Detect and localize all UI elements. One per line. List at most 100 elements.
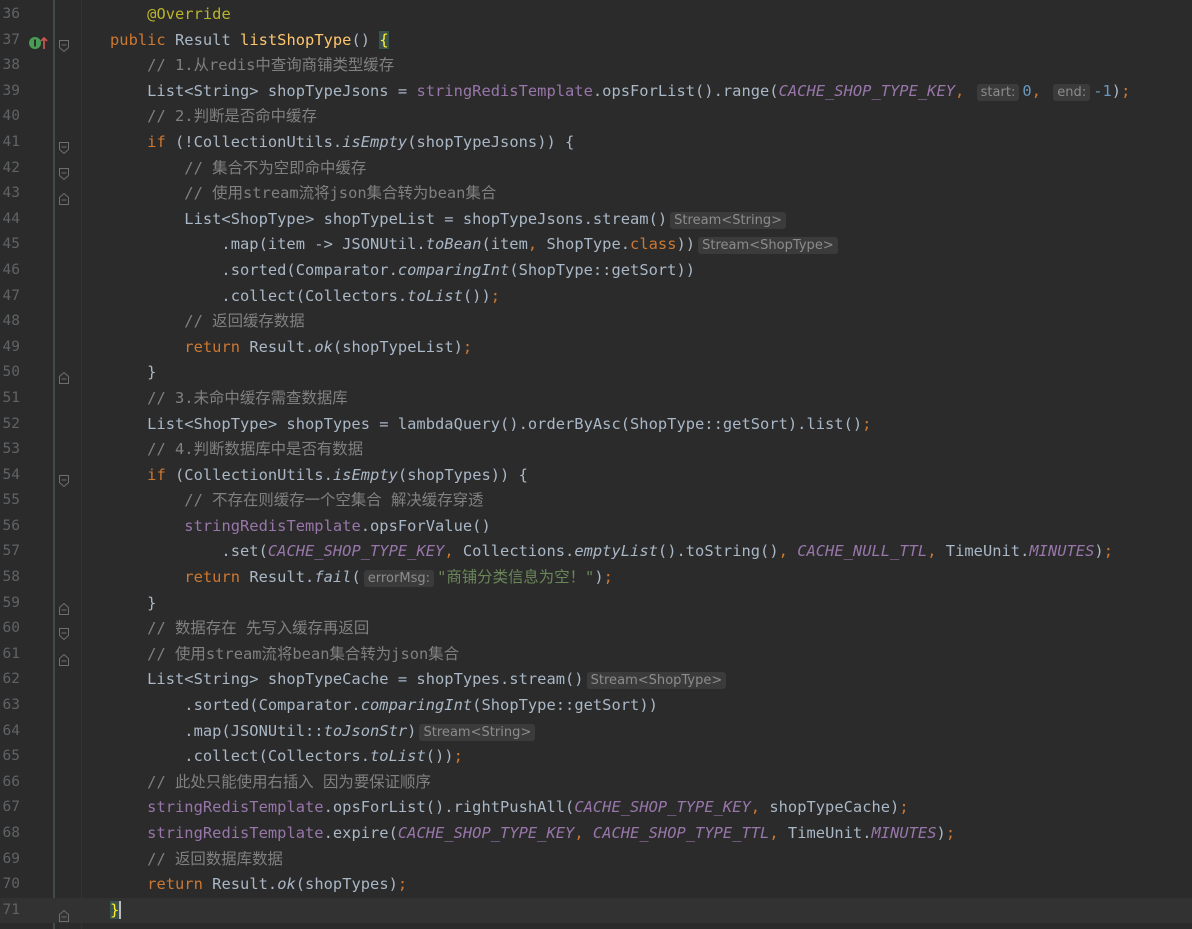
- code-line[interactable]: 64 .map(JSONUtil::toJsonStr) Stream<Strin…: [0, 719, 1192, 745]
- line-number[interactable]: 67: [0, 795, 20, 821]
- line-number[interactable]: 48: [0, 309, 20, 335]
- fold-toggle-icon[interactable]: [59, 904, 69, 922]
- line-number[interactable]: 60: [0, 616, 20, 642]
- fold-toggle-icon[interactable]: [59, 34, 69, 52]
- line-number[interactable]: 50: [0, 360, 20, 386]
- code-line[interactable]: 69 // 返回数据库数据: [0, 847, 1192, 873]
- line-number[interactable]: 66: [0, 770, 20, 796]
- line-number[interactable]: 57: [0, 539, 20, 565]
- code-line[interactable]: 46 .sorted(Comparator.comparingInt(ShopT…: [0, 258, 1192, 284]
- line-number[interactable]: 71: [0, 898, 20, 924]
- code-line[interactable]: 47 .collect(Collectors.toList());: [0, 284, 1192, 310]
- code-line[interactable]: 45 .map(item -> JSONUtil.toBean(item, Sh…: [0, 232, 1192, 258]
- code-token: (ShopType::getSort)): [509, 260, 696, 279]
- fold-toggle-icon[interactable]: [59, 366, 69, 385]
- code-line[interactable]: 71}: [0, 897, 1192, 924]
- code-line[interactable]: 58 return Result.fail(errorMsg: "商铺分类信息为空…: [0, 565, 1192, 591]
- code-line[interactable]: 59 }: [0, 591, 1192, 617]
- code-line[interactable]: 39 List<String> shopTypeJsons = stringRe…: [0, 79, 1192, 105]
- code-text: // 3.未命中缓存需查数据库: [110, 386, 348, 412]
- code-line[interactable]: 63 .sorted(Comparator.comparingInt(ShopT…: [0, 693, 1192, 719]
- line-number[interactable]: 47: [0, 284, 20, 310]
- code-line[interactable]: 67 stringRedisTemplate.opsForList().righ…: [0, 795, 1192, 821]
- fold-toggle-icon[interactable]: [59, 622, 69, 641]
- code-line[interactable]: 49 return Result.ok(shopTypeList);: [0, 335, 1192, 361]
- line-number[interactable]: 68: [0, 821, 20, 847]
- line-number[interactable]: 54: [0, 463, 20, 489]
- code-line[interactable]: 48 // 返回缓存数据: [0, 309, 1192, 335]
- inlay-hint: Stream<String>: [670, 211, 787, 229]
- line-number[interactable]: 46: [0, 258, 20, 284]
- code-line[interactable]: 41 if (!CollectionUtils.isEmpty(shopType…: [0, 130, 1192, 156]
- code-line[interactable]: 70 return Result.ok(shopTypes);: [0, 872, 1192, 898]
- code-line[interactable]: 68 stringRedisTemplate.expire(CACHE_SHOP…: [0, 821, 1192, 847]
- line-number[interactable]: 58: [0, 565, 20, 591]
- fold-toggle-icon[interactable]: [59, 162, 69, 180]
- line-number[interactable]: 45: [0, 232, 20, 258]
- line-number[interactable]: 51: [0, 386, 20, 412]
- code-line[interactable]: 42 // 集合不为空即命中缓存: [0, 156, 1192, 182]
- line-number[interactable]: 49: [0, 335, 20, 361]
- line-number[interactable]: 59: [0, 591, 20, 617]
- line-number[interactable]: 39: [0, 79, 20, 105]
- code-line[interactable]: 44 List<ShopType> shopTypeList = shopTyp…: [0, 207, 1192, 233]
- code-editor[interactable]: 36 @Override 37 public Result listShopType…: [0, 2, 1192, 924]
- line-number[interactable]: 61: [0, 642, 20, 668]
- code-line[interactable]: 66 // 此处只能使用右插入 因为要保证顺序: [0, 770, 1192, 796]
- fold-toggle-icon[interactable]: [59, 469, 69, 487]
- code-line[interactable]: 55 // 不存在则缓存一个空集合 解决缓存穿透: [0, 488, 1192, 514]
- code-line[interactable]: 53 // 4.判断数据库中是否有数据: [0, 437, 1192, 463]
- fold-toggle-icon[interactable]: [59, 136, 69, 155]
- line-number[interactable]: 37: [0, 28, 20, 54]
- code-line[interactable]: 61 // 使用stream流将bean集合转为json集合: [0, 642, 1192, 668]
- fold-toggle-icon[interactable]: [59, 187, 69, 206]
- line-number[interactable]: 53: [0, 437, 20, 463]
- fold-toggle-icon[interactable]: [59, 648, 69, 666]
- code-line[interactable]: 37 public Result listShopType() {: [0, 28, 1192, 54]
- code-token: shopTypeCache): [769, 798, 900, 817]
- code-line[interactable]: 43 // 使用stream流将json集合转为bean集合: [0, 181, 1192, 207]
- code-line[interactable]: 57 .set(CACHE_SHOP_TYPE_KEY, Collections…: [0, 539, 1192, 565]
- line-number[interactable]: 69: [0, 847, 20, 873]
- line-number[interactable]: 52: [0, 412, 20, 438]
- line-number[interactable]: 56: [0, 514, 20, 540]
- code-token: Collections.: [462, 542, 575, 561]
- line-number[interactable]: 55: [0, 488, 20, 514]
- code-token: (item: [481, 235, 528, 254]
- line-number[interactable]: 40: [0, 104, 20, 130]
- code-line[interactable]: 54 if (CollectionUtils.isEmpty(shopTypes…: [0, 463, 1192, 489]
- code-line[interactable]: 50 }: [0, 360, 1192, 386]
- code-line[interactable]: 56 stringRedisTemplate.opsForValue(): [0, 514, 1192, 540]
- line-number[interactable]: 64: [0, 719, 20, 745]
- code-line[interactable]: 60 // 数据存在 先写入缓存再返回: [0, 616, 1192, 642]
- line-number[interactable]: 44: [0, 207, 20, 233]
- fold-toggle-icon[interactable]: [59, 597, 69, 615]
- code-token: (ShopType::getSort)): [472, 696, 658, 715]
- line-number[interactable]: 43: [0, 181, 20, 207]
- keyword: ,: [444, 542, 463, 561]
- line-number[interactable]: 63: [0, 693, 20, 719]
- code-line[interactable]: 65 .collect(Collectors.toList());: [0, 744, 1192, 770]
- override-implements-icon[interactable]: [28, 33, 48, 49]
- code-line[interactable]: 51 // 3.未命中缓存需查数据库: [0, 386, 1192, 412]
- line-number[interactable]: 41: [0, 130, 20, 156]
- line-number[interactable]: 65: [0, 744, 20, 770]
- code-token: .set(: [110, 542, 268, 561]
- line-number[interactable]: 62: [0, 667, 20, 693]
- code-line[interactable]: 38 // 1.从redis中查询商铺类型缓存: [0, 53, 1192, 79]
- line-number[interactable]: 38: [0, 53, 20, 79]
- line-number[interactable]: 70: [0, 872, 20, 898]
- code-token: Result.: [249, 568, 315, 587]
- code-line[interactable]: 40 // 2.判断是否命中缓存: [0, 104, 1192, 130]
- code-token: }: [110, 593, 157, 612]
- line-number[interactable]: 36: [0, 2, 20, 28]
- code-token: .sorted(Comparator.: [110, 260, 398, 279]
- code-line[interactable]: 36 @Override: [0, 2, 1192, 28]
- line-number[interactable]: 42: [0, 156, 20, 182]
- comment: // 返回数据库数据: [147, 849, 283, 868]
- code-line[interactable]: 52 List<ShopType> shopTypes = lambdaQuer…: [0, 412, 1192, 438]
- code-line[interactable]: 62 List<String> shopTypeCache = shopType…: [0, 667, 1192, 693]
